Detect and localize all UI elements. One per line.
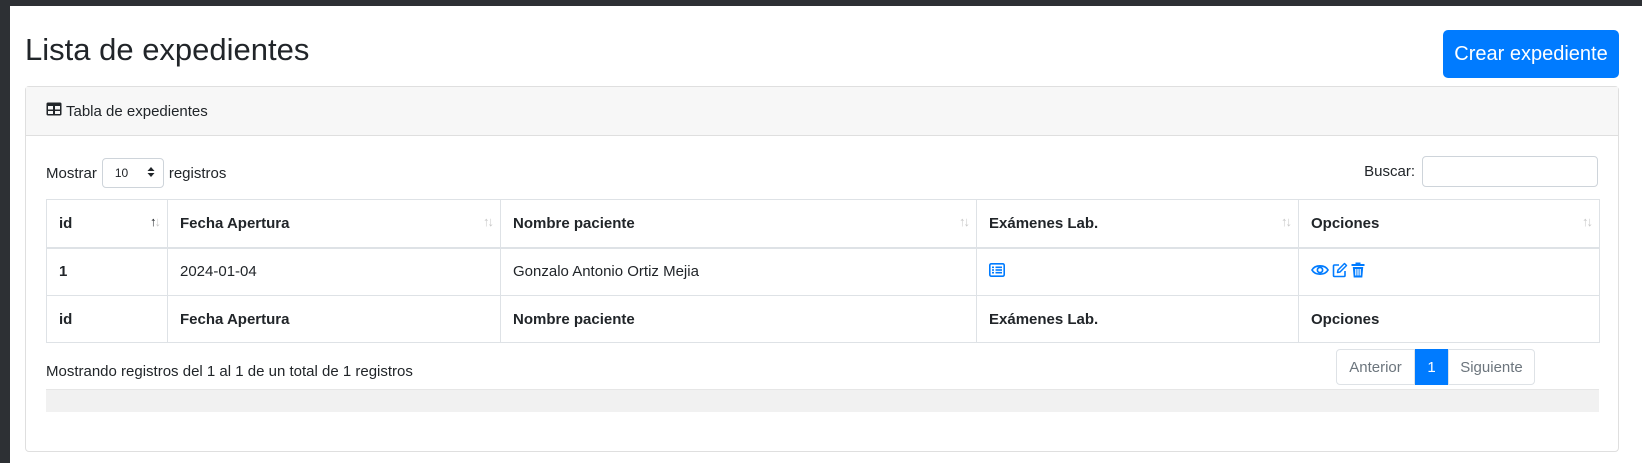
pagination-next[interactable]: Siguiente [1448, 349, 1535, 385]
column-header-id[interactable]: id ↑↓ [46, 199, 168, 249]
footer-examenes: Exámenes Lab. [976, 295, 1299, 343]
records-card: Tabla de expedientes Mostrar 10 registro… [25, 86, 1619, 452]
show-label: Mostrar [46, 164, 97, 182]
eye-icon[interactable] [1311, 263, 1329, 281]
page-length-control: Mostrar 10 registros [46, 157, 226, 189]
card-header-title: Tabla de expedientes [66, 102, 208, 120]
table-icon [46, 102, 66, 120]
sort-icon: ↑↓ [1582, 214, 1593, 229]
search-input[interactable] [1422, 155, 1598, 187]
column-header-fecha[interactable]: Fecha Apertura ↑↓ [167, 199, 501, 249]
card-header: Tabla de expedientes [26, 87, 1618, 136]
cell-nombre: Gonzalo Antonio Ortiz Mejia [500, 247, 977, 296]
table-row: 1 2024-01-04 Gonzalo Antonio Ortiz Mejia [46, 247, 1600, 296]
cell-id: 1 [46, 247, 168, 296]
table-info: Mostrando registros del 1 al 1 de un tot… [46, 363, 413, 380]
sort-icon: ↑↓ [483, 214, 494, 229]
cell-examenes [976, 247, 1299, 296]
cell-fecha: 2024-01-04 [167, 247, 501, 296]
main-content: Lista de expedientes Crear expediente Ta… [10, 6, 1642, 463]
footer-fecha: Fecha Apertura [167, 295, 501, 343]
records-label: registros [168, 164, 227, 182]
page-title: Lista de expedientes [25, 32, 310, 67]
column-header-examenes[interactable]: Exámenes Lab. ↑↓ [976, 199, 1299, 249]
sort-icon: ↑↓ [1281, 214, 1292, 229]
select-arrows-icon [147, 166, 155, 181]
edit-icon[interactable] [1332, 262, 1348, 282]
list-icon[interactable] [989, 262, 1005, 281]
search-label: Buscar: [1364, 162, 1415, 180]
create-record-button[interactable]: Crear expediente [1443, 30, 1619, 78]
page-length-value: 10 [114, 166, 129, 180]
footer-opciones: Opciones [1298, 295, 1600, 343]
table-header-row: id ↑↓ Fecha Apertura ↑↓ Nombre paciente ↑↓ … [46, 199, 1600, 249]
horizontal-scrollbar[interactable] [46, 389, 1599, 412]
pagination-previous[interactable]: Anterior [1336, 349, 1415, 385]
table-footer-row: id Fecha Apertura Nombre paciente Exámen… [46, 295, 1600, 343]
sort-icon: ↑↓ [959, 214, 970, 229]
column-header-nombre[interactable]: Nombre paciente ↑↓ [500, 199, 977, 249]
column-header-opciones[interactable]: Opciones ↑↓ [1298, 199, 1600, 249]
footer-id: id [46, 295, 168, 343]
pagination: Anterior 1 Siguiente [1336, 349, 1535, 385]
records-table: id ↑↓ Fecha Apertura ↑↓ Nombre paciente ↑↓ … [46, 199, 1600, 343]
cell-opciones [1298, 247, 1600, 296]
footer-nombre: Nombre paciente [500, 295, 977, 343]
page-length-select[interactable]: 10 [101, 158, 164, 188]
trash-icon[interactable] [1351, 262, 1365, 282]
pagination-page-1[interactable]: 1 [1415, 349, 1448, 385]
sort-asc-icon: ↑↓ [150, 214, 161, 229]
search-control: Buscar: [1364, 155, 1598, 187]
